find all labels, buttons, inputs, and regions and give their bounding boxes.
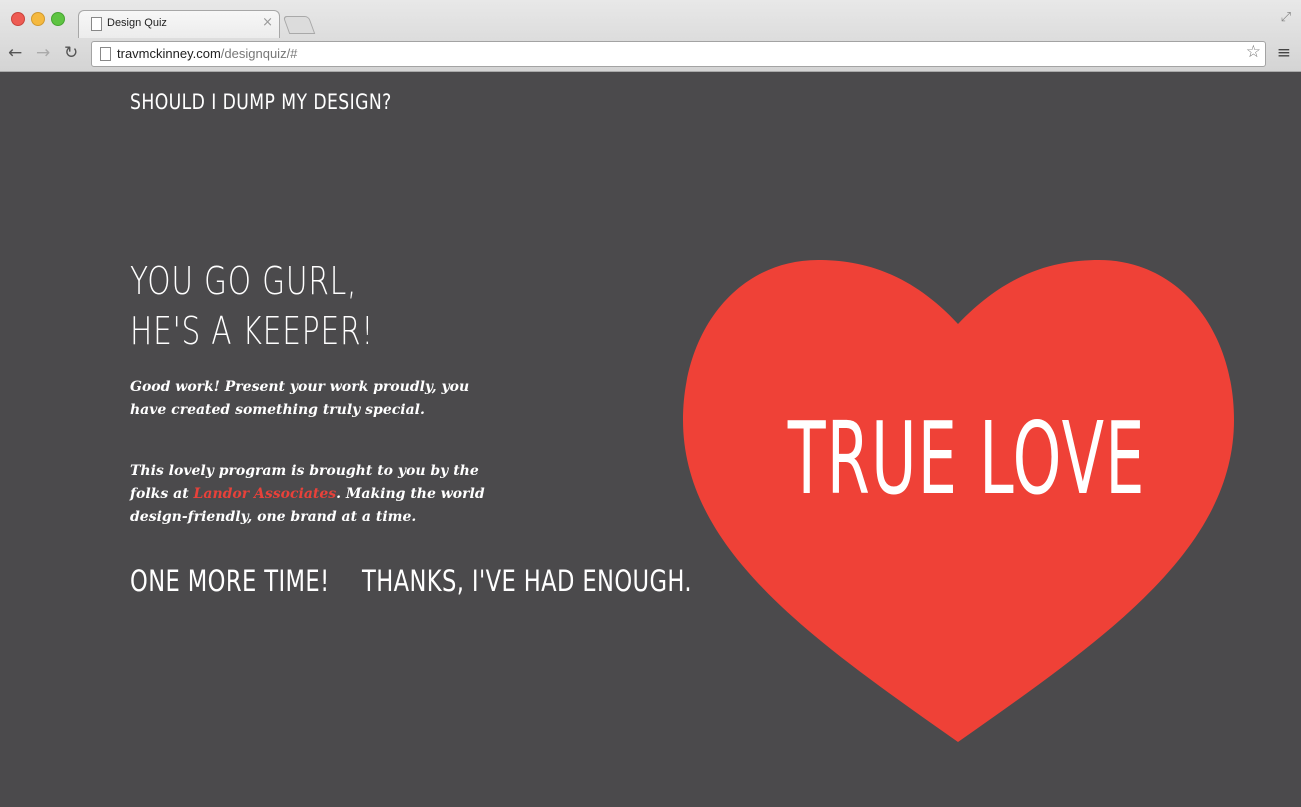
headline-line-1: YOU GO GURL, [130, 259, 358, 303]
tab-design-quiz[interactable]: Design Quiz × [78, 10, 280, 38]
back-icon[interactable]: ← [8, 43, 22, 63]
result-label: TRUE LOVE [787, 400, 1146, 517]
minimize-window-button[interactable] [31, 12, 45, 26]
menu-icon[interactable]: ≡ [1277, 43, 1291, 63]
had-enough-button[interactable]: THANKS, I'VE HAD ENOUGH. [362, 564, 692, 598]
forward-icon[interactable]: → [36, 43, 50, 63]
result-description: Good work! Present your work proudly, yo… [130, 379, 470, 418]
page-icon [100, 47, 111, 61]
new-tab-button[interactable] [282, 16, 316, 34]
address-bar[interactable]: travmckinney.com/designquiz/# ☆ [91, 41, 1266, 67]
tab-title: Design Quiz [107, 17, 167, 29]
site-title[interactable]: SHOULD I DUMP MY DESIGN? [130, 90, 392, 114]
result-headline: YOU GO GURL, HE'S A KEEPER! [130, 256, 374, 356]
url-host: travmckinney.com [117, 46, 221, 61]
close-window-button[interactable] [11, 12, 25, 26]
reload-icon[interactable]: ↻ [64, 43, 78, 63]
browser-chrome: Design Quiz × ⤢ ← → ↻ travmckinney.com/d… [0, 0, 1301, 72]
bookmark-star-icon[interactable]: ☆ [1246, 42, 1261, 62]
credits-paragraph: This lovely program is brought to you by… [130, 460, 490, 529]
page-icon [91, 17, 102, 31]
url-text[interactable]: travmckinney.com/designquiz/# [117, 46, 297, 61]
resize-icon[interactable]: ⤢ [1281, 10, 1291, 25]
one-more-time-button[interactable]: ONE MORE TIME! [130, 564, 330, 598]
zoom-window-button[interactable] [51, 12, 65, 26]
headline-line-2: HE'S A KEEPER! [130, 309, 374, 353]
url-path: /designquiz/# [220, 46, 298, 61]
tab-close-icon[interactable]: × [262, 15, 273, 30]
landor-associates-link[interactable]: Landor Associates [194, 486, 337, 502]
